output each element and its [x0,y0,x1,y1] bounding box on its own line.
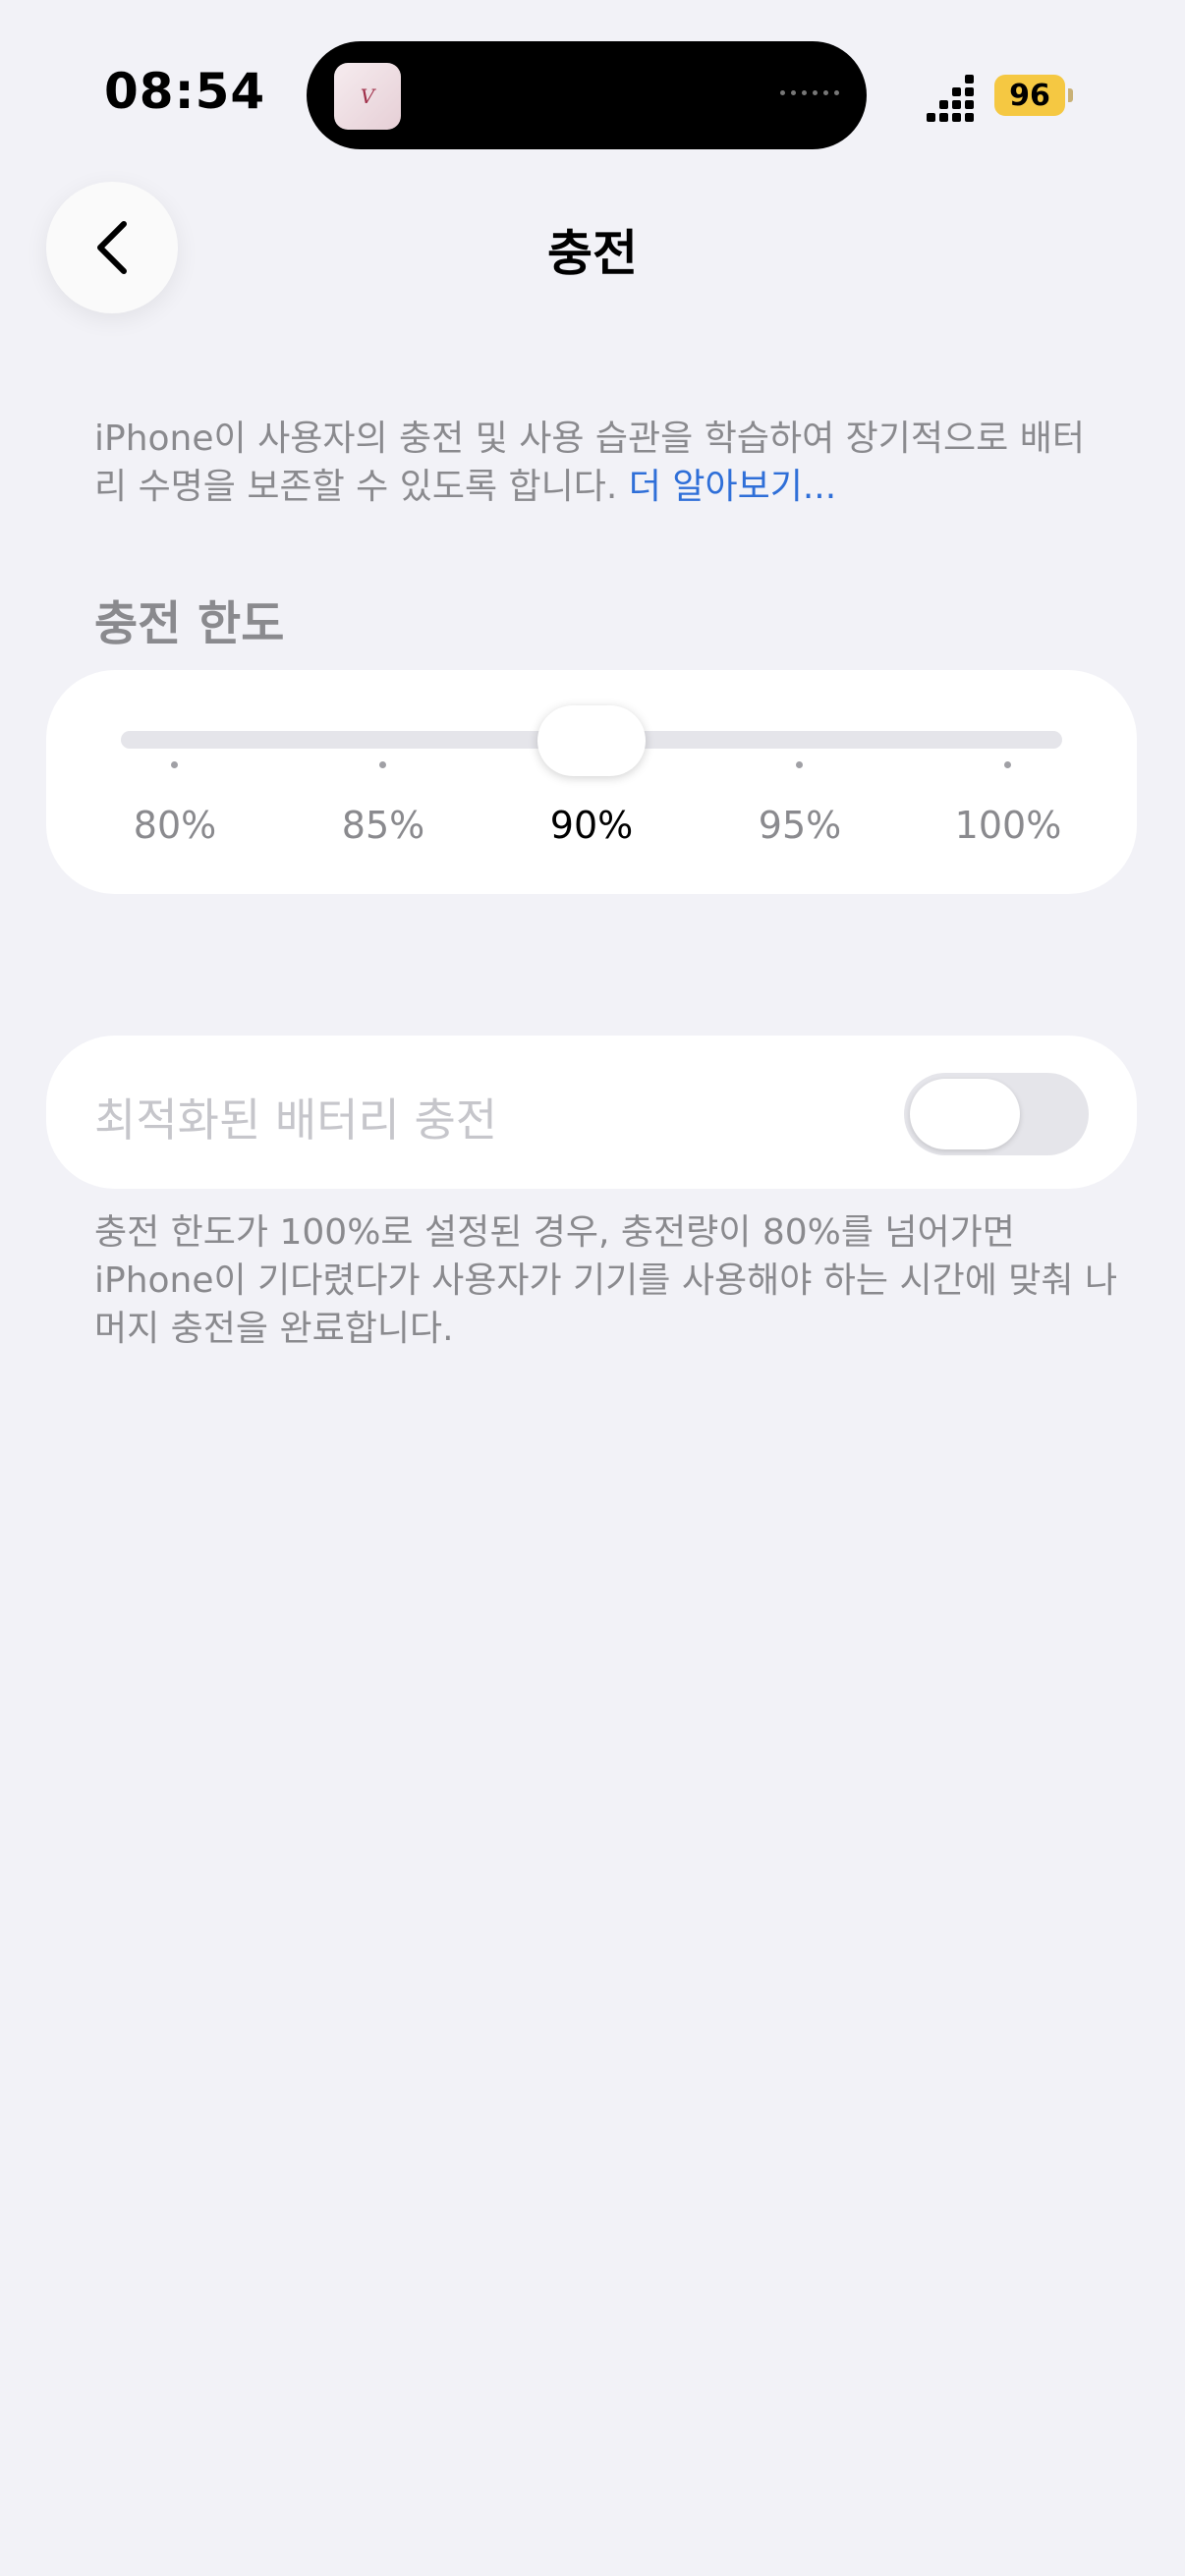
optimized-charging-label: 최적화된 배터리 충전 [94,1093,498,1147]
dynamic-island[interactable]: V [307,41,867,149]
slider-label-95[interactable]: 95% [721,804,878,847]
status-time: 08:54 [104,63,266,120]
app-icon: V [334,63,401,130]
slider-label-100[interactable]: 100% [930,804,1087,847]
slider-tick [796,761,803,768]
optimized-charging-row: 최적화된 배터리 충전 [46,1036,1137,1189]
page-title: 충전 [547,225,638,282]
slider-label-80[interactable]: 80% [96,804,254,847]
slider-tick [171,761,178,768]
optimized-charging-toggle[interactable] [904,1073,1089,1155]
toggle-knob [910,1079,1020,1149]
slider-label-85[interactable]: 85% [305,804,462,847]
charge-limit-heading: 충전 한도 [94,596,285,651]
charge-limit-slider-thumb[interactable] [537,705,646,776]
slider-tick [1004,761,1011,768]
description-body: iPhone이 사용자의 충전 및 사용 습관을 학습하여 장기적으로 배터리 … [94,419,1085,507]
battery-icon: 96 [994,75,1065,116]
charge-limit-card: 80% 85% 90% 95% 100% [46,670,1137,894]
activity-dots-icon [780,90,839,95]
slider-label-90[interactable]: 90% [513,804,670,847]
footer-note: 충전 한도가 100%로 설정된 경우, 충전량이 80%를 넘어가면 iPho… [94,1212,1118,1349]
description-text: iPhone이 사용자의 충전 및 사용 습관을 학습하여 장기적으로 배터리 … [94,415,1116,511]
cellular-signal-icon [927,75,974,122]
slider-tick [379,761,386,768]
learn-more-link[interactable]: 더 알아보기... [629,467,836,507]
battery-tip [1068,88,1073,102]
